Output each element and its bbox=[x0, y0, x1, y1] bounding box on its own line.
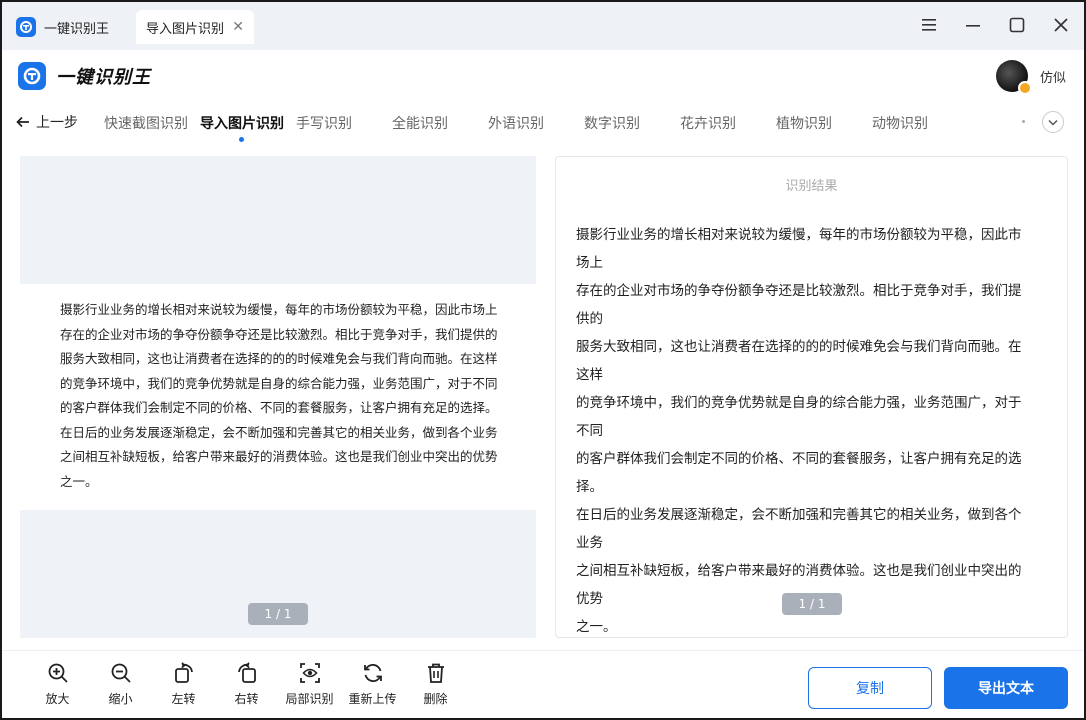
result-text[interactable]: 摄影行业业务的增长相对来说较为缓慢，每年的市场份额较为平稳，因此市 场上 存在的… bbox=[576, 221, 1046, 641]
result-line: 场上 bbox=[576, 255, 603, 271]
eye-scan-icon bbox=[299, 663, 320, 683]
minimize-icon[interactable] bbox=[962, 12, 984, 38]
zoom-out-button[interactable]: 缩小 bbox=[89, 662, 152, 707]
app-logo-icon bbox=[16, 17, 36, 37]
image-placeholder-top bbox=[20, 156, 536, 284]
result-line: 的客户群体我们会制定不同的价格、不同的套餐服务，让客户拥有充足的选 bbox=[576, 451, 1022, 467]
close-icon[interactable]: ✕ bbox=[232, 19, 244, 35]
user-profile[interactable]: 仿似 bbox=[995, 60, 1066, 95]
brand: 一键识别王 bbox=[18, 62, 151, 90]
maximize-icon[interactable] bbox=[1006, 12, 1028, 38]
back-button[interactable]: 上一步 bbox=[16, 112, 78, 132]
zoom-in-button[interactable]: 放大 bbox=[26, 662, 89, 707]
window-close-icon[interactable] bbox=[1050, 12, 1072, 38]
tab-import-image-recognition[interactable]: 导入图片识别 bbox=[200, 113, 296, 142]
source-line: 服务大致相同，这也让消费者在选择的的的时候难免会与我们背向而驰。在这样 bbox=[60, 351, 498, 366]
source-line: 在日后的业务发展逐渐稳定，会不断加强和完善其它的相关业务，做到各个业务 bbox=[60, 424, 498, 440]
partial-recognition-label: 局部识别 bbox=[285, 692, 334, 706]
tab-digit[interactable]: 数字识别 bbox=[584, 113, 680, 133]
app-window: 一键识别王 导入图片识别 ✕ 一键识别王 仿似 上一步 快速截图识别 导入图片识… bbox=[0, 0, 1086, 720]
tab-handwriting[interactable]: 手写识别 bbox=[296, 113, 392, 133]
app-tab-label: 一键识别王 bbox=[44, 21, 110, 37]
rotate-left-button[interactable]: 左转 bbox=[152, 662, 215, 707]
rotate-right-icon bbox=[237, 662, 256, 683]
back-arrow-icon bbox=[16, 116, 29, 128]
app-tab[interactable]: 一键识别王 bbox=[16, 14, 109, 40]
source-line: 的竞争环境中，我们的竞争优势就是自身的综合能力强，业务范围广，对于不同 bbox=[60, 375, 498, 391]
result-line: 的竞争环境中，我们的竞争优势就是自身的综合能力强，业务范围广，对于 bbox=[576, 395, 1022, 411]
image-toolbar: 放大 缩小 左转 右转 局部识别 重新上传 删除 bbox=[26, 662, 467, 707]
source-document-text: 摄影行业业务的增长相对来说较为缓慢，每年的市场份额较为平稳，因此市场上 存在的企… bbox=[60, 298, 500, 494]
nav-more-button[interactable] bbox=[1042, 111, 1064, 133]
window-controls bbox=[918, 12, 1072, 38]
tab-import-image[interactable]: 导入图片识别 ✕ bbox=[136, 10, 254, 44]
delete-button[interactable]: 删除 bbox=[404, 662, 467, 707]
result-line: 业务 bbox=[576, 535, 603, 551]
source-line: 摄影行业业务的增长相对来说较为缓慢，每年的市场份额较为平稳，因此市场上 bbox=[60, 302, 498, 317]
source-page-indicator: 1 / 1 bbox=[248, 603, 308, 625]
source-line: 之间相互补缺短板，给客户带来最好的消费体验。这也是我们创业中突出的优势 bbox=[60, 449, 498, 464]
brand-name: 一键识别王 bbox=[56, 67, 151, 88]
zoom-in-label: 放大 bbox=[45, 692, 70, 706]
export-text-button[interactable]: 导出文本 bbox=[944, 667, 1068, 709]
result-title: 识别结果 bbox=[785, 179, 838, 194]
result-page-indicator: 1 / 1 bbox=[782, 593, 842, 615]
source-line: 的客户群体我们会制定不同的价格、不同的套餐服务，让客户拥有充足的选择。 bbox=[60, 400, 498, 415]
refresh-icon bbox=[363, 663, 382, 683]
result-pane: 识别结果 摄影行业业务的增长相对来说较为缓慢，每年的市场份额较为平稳，因此市 场… bbox=[555, 156, 1068, 638]
mode-nav: 上一步 快速截图识别 导入图片识别 手写识别 全能识别 外语识别 数字识别 花卉… bbox=[2, 102, 1084, 144]
result-line: 供的 bbox=[576, 311, 603, 327]
rotate-left-icon bbox=[174, 662, 193, 683]
zoom-out-icon bbox=[111, 663, 131, 683]
result-line: 服务大致相同，这也让消费者在选择的的的时候难免会与我们背向而驰。在 bbox=[576, 339, 1022, 355]
source-image-pane: 摄影行业业务的增长相对来说较为缓慢，每年的市场份额较为平稳，因此市场上 存在的企… bbox=[20, 156, 536, 638]
rotate-right-button[interactable]: 右转 bbox=[215, 662, 278, 707]
result-line: 摄影行业业务的增长相对来说较为缓慢，每年的市场份额较为平稳，因此市 bbox=[576, 227, 1022, 243]
result-line: 择。 bbox=[576, 479, 603, 495]
result-line: 不同 bbox=[576, 423, 603, 439]
app-header: 一键识别王 仿似 bbox=[2, 50, 1084, 102]
title-bar: 一键识别王 导入图片识别 ✕ bbox=[2, 2, 1084, 50]
tab-flower[interactable]: 花卉识别 bbox=[680, 113, 776, 133]
user-name: 仿似 bbox=[1039, 70, 1066, 86]
tab-animal[interactable]: 动物识别 bbox=[872, 113, 968, 133]
back-label: 上一步 bbox=[36, 115, 78, 131]
toolbar-divider bbox=[2, 650, 1084, 651]
source-line: 之一。 bbox=[60, 473, 98, 489]
source-line: 存在的企业对市场的争夺份额争夺还是比较激烈。相比于竞争对手，我们提供的 bbox=[60, 326, 498, 342]
menu-icon[interactable] bbox=[918, 12, 940, 38]
chevron-down-icon bbox=[1048, 119, 1058, 126]
result-line: 之一。 bbox=[576, 619, 617, 635]
rotate-right-label: 右转 bbox=[234, 692, 259, 706]
partial-recognition-button[interactable]: 局部识别 bbox=[278, 662, 341, 707]
delete-label: 删除 bbox=[423, 692, 448, 706]
tab-foreign-language[interactable]: 外语识别 bbox=[488, 113, 584, 133]
tab-quick-screenshot[interactable]: 快速截图识别 bbox=[104, 113, 200, 133]
avatar[interactable] bbox=[995, 60, 1032, 95]
reupload-button[interactable]: 重新上传 bbox=[341, 662, 404, 707]
tab-label: 导入图片识别 bbox=[146, 21, 225, 37]
tab-all-purpose[interactable]: 全能识别 bbox=[392, 113, 488, 133]
trash-icon bbox=[427, 663, 444, 683]
app-logo-icon bbox=[18, 62, 46, 90]
tab-plant[interactable]: 植物识别 bbox=[776, 113, 872, 133]
copy-button[interactable]: 复制 bbox=[808, 667, 932, 709]
zoom-out-label: 缩小 bbox=[108, 692, 133, 706]
reupload-label: 重新上传 bbox=[348, 692, 397, 706]
result-line: 之间相互补缺短板，给客户带来最好的消费体验。这也是我们创业中突出的 bbox=[576, 563, 1022, 579]
result-line: 在日后的业务发展逐渐稳定，会不断加强和完善其它的相关业务，做到各个 bbox=[576, 507, 1022, 523]
overflow-indicator bbox=[1022, 120, 1025, 123]
result-line: 存在的企业对市场的争夺份额争夺还是比较激烈。相比于竞争对手，我们提 bbox=[576, 283, 1022, 299]
vip-badge-icon bbox=[1017, 81, 1032, 95]
nav-tabs: 快速截图识别 导入图片识别 手写识别 全能识别 外语识别 数字识别 花卉识别 植… bbox=[104, 113, 968, 142]
zoom-in-icon bbox=[48, 663, 68, 683]
result-line: 这样 bbox=[576, 367, 603, 383]
rotate-left-label: 左转 bbox=[171, 692, 196, 706]
